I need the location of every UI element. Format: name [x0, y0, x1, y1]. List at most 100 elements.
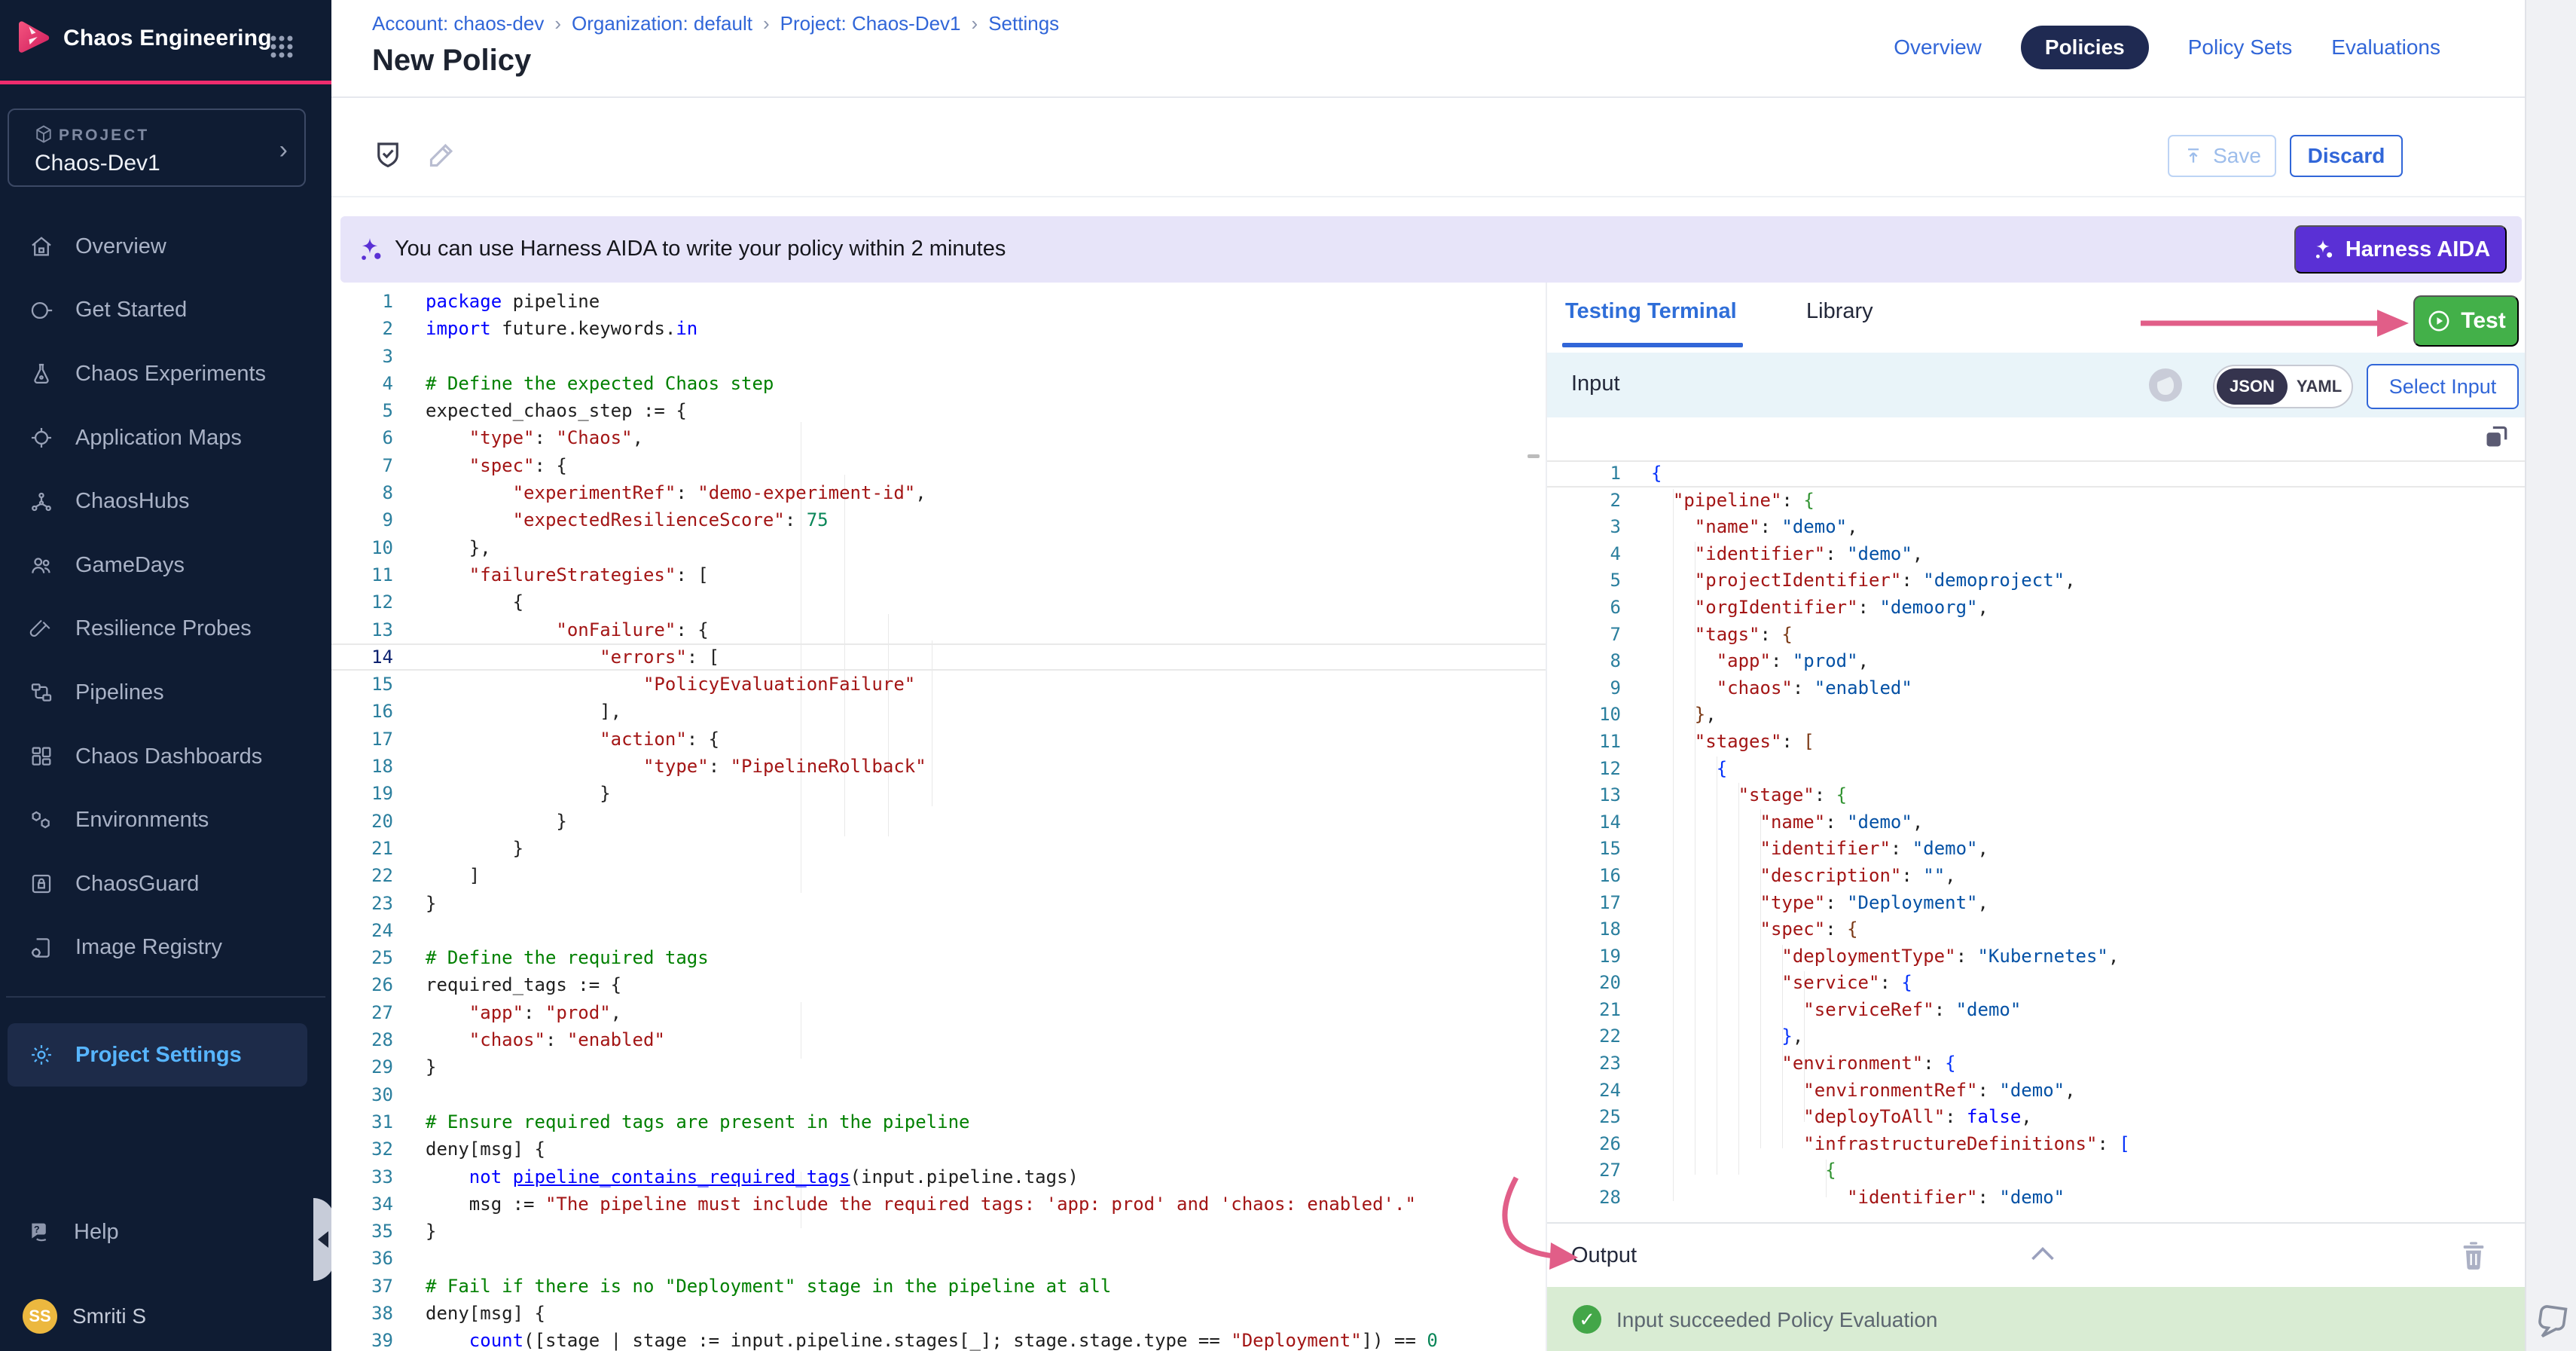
tab-library[interactable]: Library	[1806, 299, 1873, 324]
sidebar-item-overview[interactable]: Overview	[0, 215, 331, 279]
code-line[interactable]: 6 "orgIdentifier": "demoorg",	[1547, 595, 2525, 622]
code-line[interactable]: 3	[331, 343, 1546, 370]
code-line[interactable]: 17 "action": {	[331, 726, 1546, 753]
code-line[interactable]: 19 }	[331, 780, 1546, 807]
code-line[interactable]: 24	[331, 917, 1546, 944]
code-line[interactable]: 8 "experimentRef": "demo-experiment-id",	[331, 479, 1546, 506]
code-line[interactable]: 20 }	[331, 808, 1546, 835]
code-line[interactable]: 15 "PolicyEvaluationFailure"	[331, 671, 1546, 698]
sidebar-item-image-registry[interactable]: Image Registry	[0, 916, 331, 980]
code-line[interactable]: 33 not pipeline_contains_required_tags(i…	[331, 1163, 1546, 1191]
code-line[interactable]: 27 "app": "prod",	[331, 999, 1546, 1026]
chevron-up-icon[interactable]	[2029, 1243, 2056, 1266]
sidebar-item-resilience-probes[interactable]: Resilience Probes	[0, 598, 331, 662]
code-line[interactable]: 9 "expectedResilienceScore": 75	[331, 506, 1546, 533]
code-line[interactable]: 10 },	[331, 534, 1546, 561]
code-line[interactable]: 16 "description": "",	[1547, 863, 2525, 890]
code-line[interactable]: 35}	[331, 1218, 1546, 1245]
code-line[interactable]: 19 "deploymentType": "Kubernetes",	[1547, 943, 2525, 970]
code-line[interactable]: 14 "name": "demo",	[1547, 809, 2525, 836]
support-chat-icon[interactable]	[2532, 1301, 2571, 1343]
code-line[interactable]: 1{	[1547, 460, 2525, 488]
code-line[interactable]: 16 ],	[331, 698, 1546, 725]
code-line[interactable]: 25# Define the required tags	[331, 944, 1546, 971]
code-line[interactable]: 18 "spec": {	[1547, 916, 2525, 943]
breadcrumb-item[interactable]: Account: chaos-dev	[372, 12, 544, 35]
code-line[interactable]: 36	[331, 1245, 1546, 1272]
code-line[interactable]: 7 "tags": {	[1547, 622, 2525, 649]
code-line[interactable]: 29}	[331, 1053, 1546, 1080]
code-line[interactable]: 21 "serviceRef": "demo"	[1547, 997, 2525, 1024]
code-line[interactable]: 27 {	[1547, 1157, 2525, 1184]
nav-policies[interactable]: Policies	[2021, 26, 2149, 69]
code-line[interactable]: 15 "identifier": "demo",	[1547, 836, 2525, 863]
sidebar-item-application-maps[interactable]: Application Maps	[0, 406, 331, 470]
code-line[interactable]: 37# Fail if there is no "Deployment" sta…	[331, 1273, 1546, 1300]
code-line[interactable]: 11 "stages": [	[1547, 729, 2525, 756]
code-line[interactable]: 28 "identifier": "demo"	[1547, 1184, 2525, 1212]
code-line[interactable]: 11 "failureStrategies": [	[331, 561, 1546, 588]
discard-button[interactable]: Discard	[2290, 135, 2403, 177]
code-line[interactable]: 2 "pipeline": {	[1547, 488, 2525, 515]
code-line[interactable]: 26required_tags := {	[331, 971, 1546, 998]
sidebar-item-help[interactable]: ? Help	[0, 1202, 331, 1262]
code-line[interactable]: 12 {	[1547, 756, 2525, 783]
policy-check-icon[interactable]	[372, 139, 404, 170]
sidebar-item-chaos-dashboards[interactable]: Chaos Dashboards	[0, 725, 331, 789]
code-line[interactable]: 34 msg := "The pipeline must include the…	[331, 1191, 1546, 1218]
code-line[interactable]: 9 "chaos": "enabled"	[1547, 675, 2525, 702]
user-menu[interactable]: SS Smriti S	[0, 1286, 331, 1346]
code-line[interactable]: 32deny[msg] {	[331, 1136, 1546, 1163]
code-line[interactable]: 21 }	[331, 835, 1546, 862]
format-toggle[interactable]: JSON YAML	[2213, 365, 2353, 408]
module-switcher-icon[interactable]	[265, 30, 298, 63]
code-line[interactable]: 3 "name": "demo",	[1547, 514, 2525, 541]
code-line[interactable]: 8 "app": "prod",	[1547, 648, 2525, 675]
code-line[interactable]: 20 "service": {	[1547, 970, 2525, 997]
select-input-button[interactable]: Select Input	[2367, 364, 2519, 409]
format-option-json[interactable]: JSON	[2217, 368, 2288, 405]
code-line[interactable]: 31# Ensure required tags are present in …	[331, 1108, 1546, 1136]
nav-policy-sets[interactable]: Policy Sets	[2188, 35, 2293, 60]
input-json-editor[interactable]: 1{2 "pipeline": {3 "name": "demo",4 "ide…	[1547, 417, 2525, 1222]
policy-code-editor[interactable]: 1package pipeline2import future.keywords…	[331, 283, 1546, 1351]
test-button[interactable]: Test	[2413, 295, 2519, 347]
code-line[interactable]: 1package pipeline	[331, 288, 1546, 315]
code-line[interactable]: 12 {	[331, 588, 1546, 616]
sidebar-item-get-started[interactable]: Get Started	[0, 279, 331, 343]
harness-aida-button[interactable]: Harness AIDA	[2294, 225, 2507, 274]
sidebar-item-project-settings[interactable]: Project Settings	[8, 1023, 307, 1087]
code-line[interactable]: 30	[331, 1081, 1546, 1108]
code-line[interactable]: 7 "spec": {	[331, 452, 1546, 479]
code-line[interactable]: 2import future.keywords.in	[331, 315, 1546, 342]
code-line[interactable]: 25 "deployToAll": false,	[1547, 1104, 2525, 1131]
code-line[interactable]: 28 "chaos": "enabled"	[331, 1026, 1546, 1053]
code-line[interactable]: 26 "infrastructureDefinitions": [	[1547, 1131, 2525, 1158]
code-line[interactable]: 5expected_chaos_step := {	[331, 397, 1546, 424]
tab-testing-terminal[interactable]: Testing Terminal	[1565, 299, 1737, 324]
code-line[interactable]: 6 "type": "Chaos",	[331, 424, 1546, 451]
code-line[interactable]: 4# Define the expected Chaos step	[331, 370, 1546, 397]
code-line[interactable]: 23}	[331, 890, 1546, 917]
code-line[interactable]: 38deny[msg] {	[331, 1300, 1546, 1327]
breadcrumb-item[interactable]: Organization: default	[572, 12, 752, 35]
copy-icon[interactable]	[2481, 422, 2511, 452]
code-line[interactable]: 14 "errors": [	[331, 643, 1546, 671]
nav-evaluations[interactable]: Evaluations	[2331, 35, 2440, 60]
breadcrumb-item[interactable]: Project: Chaos-Dev1	[780, 12, 961, 35]
code-line[interactable]: 22 },	[1547, 1023, 2525, 1050]
code-line[interactable]: 4 "identifier": "demo",	[1547, 541, 2525, 568]
code-line[interactable]: 5 "projectIdentifier": "demoproject",	[1547, 567, 2525, 595]
code-line[interactable]: 13 "stage": {	[1547, 782, 2525, 809]
sidebar-item-environments[interactable]: Environments	[0, 788, 331, 852]
sidebar-item-chaosguard[interactable]: ChaosGuard	[0, 852, 331, 916]
code-line[interactable]: 10 },	[1547, 701, 2525, 729]
code-line[interactable]: 17 "type": "Deployment",	[1547, 890, 2525, 917]
code-line[interactable]: 13 "onFailure": {	[331, 616, 1546, 643]
code-line[interactable]: 24 "environmentRef": "demo",	[1547, 1077, 2525, 1105]
breadcrumb-item[interactable]: Settings	[988, 12, 1059, 35]
sidebar-item-chaoshubs[interactable]: ChaosHubs	[0, 469, 331, 533]
code-line[interactable]: 39 count([stage | stage := input.pipelin…	[331, 1327, 1546, 1351]
code-line[interactable]: 18 "type": "PipelineRollback"	[331, 753, 1546, 780]
nav-overview[interactable]: Overview	[1894, 35, 1982, 60]
